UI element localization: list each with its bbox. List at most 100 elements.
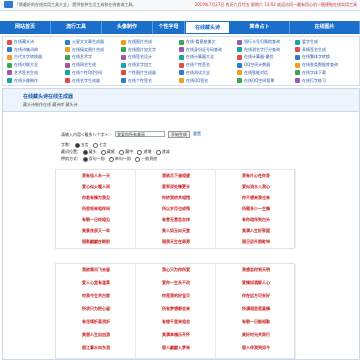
poem-line: 美满人生好家庭 [242, 228, 270, 233]
reset-link[interactable]: 重置 [193, 131, 201, 137]
section-title: 在线藏头诗在线生成器 [23, 94, 74, 100]
acrostic-section: 在线藏头诗在线生成器 藏头诗制作在线 藏诗库 藏头诗 请输入内容<最多八个字>:… [2, 88, 360, 360]
word-count-row: 字数: 五言 七言 [61, 142, 107, 148]
poem-line: 有缘千里来相会 [162, 319, 190, 324]
tool-label: 在线计算器-最优 [244, 54, 274, 60]
radio-one-label: 一韵到底 [141, 156, 158, 161]
input-prompt: 请输入内容<最多八个字>: [61, 132, 110, 137]
tool-label: 在线-看星座美文 [186, 39, 216, 44]
radio-head[interactable] [82, 149, 88, 155]
radio-one[interactable] [135, 156, 141, 162]
radio-inc[interactable] [137, 149, 143, 155]
tool-icon [179, 70, 184, 76]
tool-link[interactable]: 在线QQ空间背景 [237, 77, 274, 85]
tool-label: QQ空间计数器 [244, 62, 271, 68]
tool-icon [121, 62, 126, 68]
rhyme-row: 押韵方式: 双句一韵 单句一韵 一韵到底 [61, 156, 157, 162]
poem-line: 所思将来相伴间 [82, 206, 110, 211]
poem-line: 你不想来我也来 [242, 195, 270, 200]
tool-label: 在线文字加工 [128, 62, 152, 68]
radio-middle[interactable] [119, 149, 125, 155]
tool-label: 古代文字转换器 [14, 54, 42, 60]
tool-label: 个性图片生成器 [128, 69, 156, 75]
tool-label: 在线头像制作 [14, 77, 38, 83]
tool-label: 在线各类数据库查询 [302, 62, 338, 68]
tool-label: 在线智能对话 [244, 69, 268, 75]
tool-icon [295, 39, 300, 45]
tool-icon [65, 47, 70, 53]
tool-label: 在线图片加文字 [128, 46, 156, 52]
poem-line: 你侬我侬共相惜 [162, 195, 190, 200]
poem-line: 有朝一日终相见 [82, 217, 110, 222]
generate-button[interactable]: 开始生成 [168, 131, 190, 138]
tool-icon [179, 62, 184, 68]
tool-label: 在线个性QQ空间 [72, 69, 103, 75]
poem-line: 爱你一生永不改 [162, 280, 190, 285]
tool-icon [7, 78, 12, 83]
tool-label: 在线网名生成 [72, 62, 96, 68]
nav-images[interactable]: 在线图片 [290, 21, 360, 34]
tool-label: 火星文文章生成器 [72, 39, 104, 44]
radio-head-label: 藏头 [88, 149, 97, 154]
radio-seven[interactable] [92, 142, 98, 148]
tool-link[interactable]: 在线打字练习 [295, 77, 326, 85]
tool-link[interactable]: 在线个性签名 [121, 77, 152, 85]
poem-line: 爱情如酒醉人心 [242, 280, 270, 285]
poem-line: 我欲月下遥相望 [162, 173, 190, 178]
tool-link[interactable]: 在线QQ签名 [179, 77, 208, 85]
word-count-label: 字数: [61, 142, 71, 147]
poem-line: 美满幸福乐开怀 [162, 332, 190, 337]
tool-label: 在线名字生成器 [72, 77, 100, 83]
poem-line: 我有片心在你身 [242, 173, 270, 178]
tool-icon [7, 62, 12, 68]
nav-popular-tools[interactable]: 流行工具 [51, 21, 102, 34]
tool-icon [179, 39, 184, 45]
tool-label: 在线诗集词典 [14, 46, 38, 52]
tool-icon [237, 70, 242, 76]
radio-dec-label: 递减 [161, 149, 170, 154]
site-logo[interactable] [4, 1, 13, 8]
radio-inc-label: 递增 [143, 149, 152, 154]
tool-icon [237, 47, 242, 53]
poem-line: 爱到深处情更长 [162, 184, 190, 189]
radio-tail[interactable] [100, 149, 106, 155]
radio-five[interactable] [74, 142, 80, 148]
poem-line: 我有佳人永一天 [82, 173, 110, 178]
radio-single[interactable] [108, 156, 114, 162]
poem-line: 丽影翩翩在眼前 [82, 239, 110, 244]
tool-icon [65, 78, 70, 83]
radio-dec[interactable] [155, 149, 161, 155]
nav-avatar[interactable]: 头像制作 [102, 21, 153, 34]
nav-home[interactable]: 网站首页 [0, 21, 51, 34]
tool-link[interactable]: 在线头像制作 [7, 77, 38, 85]
poem-line: 有你相伴到白头 [242, 217, 270, 222]
tool-icon [237, 54, 242, 60]
nav-letters[interactable]: 个性字母 [153, 21, 185, 34]
tool-label: 在线字体下载 [302, 69, 326, 75]
poem-line: 爱人心里有温柔 [82, 280, 110, 285]
radio-double[interactable] [82, 156, 88, 162]
tool-icon [7, 70, 12, 76]
tool-label: 表情签名生成 [302, 46, 326, 52]
radio-middle-label: 藏中 [125, 149, 134, 154]
poem-line: 美人如玉似天堂 [162, 228, 190, 233]
tool-label: 在线测试大全 [186, 69, 210, 75]
nav-fortune[interactable]: 算命占卜 [230, 21, 290, 34]
top-info-bar: 「换最好的在线实用工具大全」 提供各种生活工具和在线查询工具。 2019年7月2… [0, 0, 360, 11]
section-subtitle: 藏头诗制作在线 藏诗库 藏头诗 [23, 102, 78, 107]
poem-line: 我想念你到天明 [242, 267, 270, 272]
poem-line: 有意无意恋吉祥 [162, 217, 190, 222]
tool-label: 在线搞笑图片合成 [72, 46, 104, 52]
site-slogan: 「换最好的在线实用工具大全」 提供各种生活工具和在线查询工具。 [15, 2, 137, 7]
tool-icon [295, 62, 300, 68]
tool-icon [121, 78, 126, 83]
content-input[interactable]: 我爱你所有美丽 [115, 131, 165, 137]
radio-five-label: 五言 [80, 142, 89, 147]
tool-icon [237, 78, 242, 83]
radio-single-label: 单句一韵 [114, 156, 131, 161]
tool-link[interactable]: 在线名字生成器 [65, 77, 100, 85]
tool-label: 在线艺术字 [72, 54, 92, 60]
poem-line: 所求只为把心留 [82, 306, 110, 311]
poem-line: 美丽人生自由游 [82, 332, 110, 337]
nav-acrostic[interactable]: 在线藏头诗 [185, 21, 230, 34]
